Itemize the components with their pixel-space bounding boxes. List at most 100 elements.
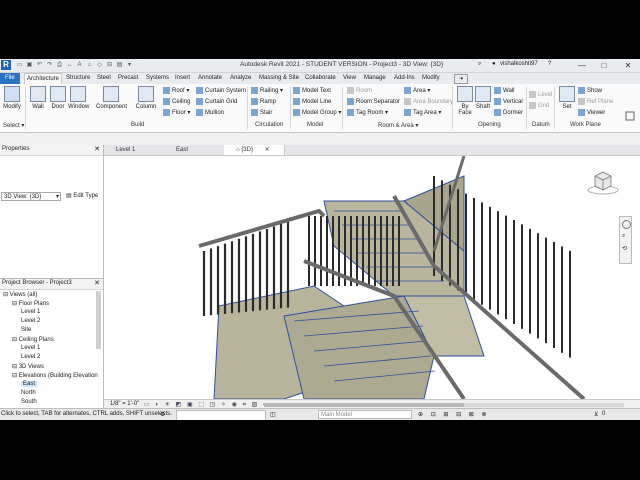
room-separator-button[interactable]: Room Separator [347, 98, 400, 107]
undo-icon[interactable]: ↶ [36, 62, 43, 69]
save-icon[interactable]: ▣ [26, 62, 33, 69]
customize-qat-icon[interactable]: ▾ [126, 62, 133, 69]
open-icon[interactable]: ▭ [16, 62, 23, 69]
tab-structure[interactable]: Structure [64, 73, 92, 84]
level-button[interactable]: Level [529, 91, 552, 100]
scrollbar-thumb[interactable] [264, 403, 464, 407]
area-button[interactable]: Area ▾ [404, 87, 430, 96]
door-button[interactable]: Door [48, 86, 68, 110]
grid-button[interactable]: Grid [529, 102, 549, 111]
model-group-button[interactable]: Model Group ▾ [293, 109, 341, 118]
close-properties-icon[interactable]: ✕ [94, 145, 100, 153]
stair-model[interactable] [104, 156, 640, 399]
tab-3d[interactable]: ⌂ {3D} ✕ [224, 145, 285, 155]
model-line-button[interactable]: Model Line [293, 98, 331, 107]
tab-massing-site[interactable]: Massing & Site [257, 73, 301, 84]
ref-plane-button[interactable]: Ref Plane [578, 98, 613, 107]
browser-item[interactable]: Level 1 [21, 309, 40, 315]
show-button[interactable]: Show [578, 87, 602, 96]
model-select[interactable]: Main Model [318, 410, 412, 419]
browser-item[interactable]: Level 2 [21, 318, 40, 324]
close-tab-icon[interactable]: ✕ [265, 147, 270, 153]
modify-button[interactable]: Modify [2, 86, 22, 110]
area-boundary-button[interactable]: Area Boundary [404, 98, 453, 107]
browser-item[interactable]: North [21, 390, 36, 396]
maximize-button[interactable]: □ [596, 59, 612, 72]
orbit-icon[interactable]: ⟲ [622, 245, 627, 252]
expand-icon[interactable]: ⊟ [12, 373, 19, 379]
horizontal-scrollbar[interactable] [264, 403, 624, 407]
tab-precast[interactable]: Precast [116, 73, 140, 84]
revit-logo[interactable]: R [1, 60, 11, 70]
floor-button[interactable]: Floor ▾ [163, 109, 190, 118]
dormer-button[interactable]: Dormer [494, 109, 523, 118]
browser-item[interactable]: ⊟ Elevations (Building Elevation [12, 372, 98, 379]
mullion-button[interactable]: Mullion [196, 109, 224, 118]
print-icon[interactable]: ⎙ [56, 62, 63, 69]
search-icon[interactable]: ⌕ [478, 61, 481, 68]
tag-room-button[interactable]: Tag Room ▾ [347, 109, 388, 118]
component-button[interactable]: Component [96, 86, 127, 110]
section-icon[interactable]: ◇ [96, 62, 103, 69]
tab-steel[interactable]: Steel [95, 73, 113, 84]
column-button[interactable]: Column [134, 86, 158, 110]
worksets-icon[interactable]: ⚙ [160, 411, 165, 418]
tab-add-ins[interactable]: Add-Ins [392, 73, 417, 84]
viewcube[interactable] [586, 166, 620, 196]
room-area-panel-label[interactable]: Room & Area ▾ [378, 122, 418, 129]
3d-viewport[interactable]: ⌕ ⟲ [104, 156, 640, 399]
tab-manage[interactable]: Manage [362, 73, 388, 84]
filter-icon[interactable]: ⊻ [594, 411, 598, 418]
shaft-button[interactable]: Shaft [473, 86, 493, 110]
set-button[interactable]: Set [557, 86, 577, 110]
ramp-button[interactable]: Ramp [251, 98, 276, 107]
browser-item[interactable]: Level 1 [21, 345, 40, 351]
window-button[interactable]: Window [68, 86, 89, 110]
tab-annotate[interactable]: Annotate [196, 73, 224, 84]
wall-button[interactable]: Wall [28, 86, 48, 110]
expand-icon[interactable]: ⊟ [3, 292, 10, 298]
ribbon-toggle-icon[interactable]: ▫▾ [454, 74, 468, 84]
selection-toggle-icons[interactable]: ⊕ ⊡ ⊞ ⊟ ⊠ ⊗ [418, 411, 490, 418]
railing-button[interactable]: Railing ▾ [251, 87, 283, 96]
viewer-button[interactable]: Viewer [578, 109, 605, 118]
vertical-opening-button[interactable]: Vertical [494, 98, 523, 107]
switch-windows-icon[interactable]: ▤ [116, 62, 123, 69]
view-type-select[interactable]: 3D View: {3D} ▾ [1, 192, 61, 201]
by-face-button[interactable]: By Face [455, 86, 475, 116]
curtain-grid-button[interactable]: Curtain Grid [196, 98, 237, 107]
steering-wheel-icon[interactable] [622, 220, 631, 229]
tab-modify[interactable]: Modify [420, 73, 442, 84]
tab-east[interactable]: East [164, 145, 231, 155]
expand-icon[interactable]: ⊟ [12, 337, 19, 343]
select-panel-label[interactable]: Select ▾ [3, 122, 24, 129]
tag-area-button[interactable]: Tag Area ▾ [404, 109, 441, 118]
close-button[interactable]: ✕ [620, 59, 636, 72]
scale-value[interactable]: 1/8" = 1'-0" [110, 401, 139, 407]
tab-insert[interactable]: Insert [173, 73, 192, 84]
browser-item[interactable]: ⊟ Floor Plans [12, 300, 49, 307]
status-field[interactable] [176, 410, 266, 420]
browser-item[interactable]: ⊟ Ceiling Plans [12, 336, 54, 343]
tab-file[interactable]: File [0, 73, 20, 84]
text-icon[interactable]: A [76, 62, 83, 69]
wall-opening-button[interactable]: Wall [494, 87, 514, 96]
close-browser-icon[interactable]: ✕ [94, 279, 100, 287]
user-name[interactable]: vishalkoshti97 [500, 61, 538, 67]
minimize-button[interactable]: — [574, 59, 590, 72]
browser-item[interactable]: South [21, 399, 37, 405]
roof-button[interactable]: Roof ▾ [163, 87, 189, 96]
help-icon[interactable]: ? [548, 61, 551, 67]
tab-collaborate[interactable]: Collaborate [303, 73, 338, 84]
zoom-icon[interactable]: ⌕ [622, 233, 625, 240]
model-text-button[interactable]: Model Text [293, 87, 331, 96]
curtain-system-button[interactable]: Curtain System [196, 87, 246, 96]
browser-item[interactable]: East [21, 381, 38, 387]
browser-item[interactable]: ⊟ Views (all) [3, 291, 37, 298]
modify-tools-icon[interactable] [624, 110, 636, 122]
design-options-icon[interactable]: ◫ [270, 411, 276, 418]
browser-scrollbar[interactable] [96, 291, 101, 349]
stair-button[interactable]: Stair [251, 109, 272, 118]
redo-icon[interactable]: ↷ [46, 62, 53, 69]
browser-item[interactable]: Site [21, 327, 31, 333]
